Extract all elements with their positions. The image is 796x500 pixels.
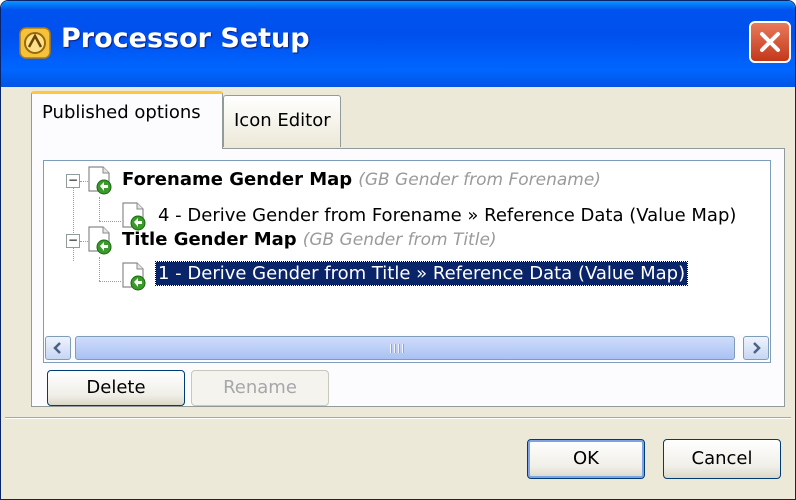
node-subtitle: (GB Gender from Title) bbox=[302, 230, 497, 250]
scroll-left-button[interactable] bbox=[45, 336, 71, 360]
close-icon bbox=[760, 32, 780, 52]
scroll-right-button[interactable] bbox=[743, 336, 769, 360]
tree-node-title-gender-map[interactable]: Title Gender Map (GB Gender from Title) bbox=[122, 229, 497, 250]
ok-button[interactable]: OK bbox=[527, 439, 645, 479]
scrollbar-grip-icon bbox=[390, 344, 404, 353]
tree-connector bbox=[99, 221, 121, 222]
window-title: Processor Setup bbox=[61, 23, 310, 54]
processor-node-icon bbox=[88, 226, 112, 255]
tab-icon-editor[interactable]: Icon Editor bbox=[223, 95, 341, 147]
node-subtitle: (GB Gender from Forename) bbox=[358, 170, 601, 190]
tree-connector bbox=[99, 281, 121, 282]
dialog-body: Published options Icon Editor − Forename… bbox=[5, 87, 791, 497]
published-options-panel: − Forename Gender Map (GB Gender from For… bbox=[31, 148, 785, 407]
chevron-left-icon bbox=[53, 342, 61, 354]
tab-published-options[interactable]: Published options bbox=[31, 91, 223, 149]
tab-label: Icon Editor bbox=[234, 110, 331, 131]
tree-content: − Forename Gender Map (GB Gender from For… bbox=[44, 161, 770, 334]
tree-child-title-map[interactable]: 1 - Derive Gender from Title » Reference… bbox=[154, 261, 689, 286]
processor-app-icon bbox=[19, 27, 51, 59]
node-title: Forename Gender Map bbox=[122, 169, 353, 190]
tree-connector bbox=[99, 197, 100, 221]
tree-connector bbox=[99, 257, 100, 281]
tree-connector bbox=[73, 181, 74, 261]
cancel-button[interactable]: Cancel bbox=[663, 439, 781, 479]
delete-button[interactable]: Delete bbox=[47, 370, 185, 406]
processor-node-icon bbox=[88, 166, 112, 195]
button-bar-separator bbox=[5, 417, 791, 419]
tree-node-forename-gender-map[interactable]: Forename Gender Map (GB Gender from Foren… bbox=[122, 169, 601, 190]
collapse-toggle[interactable]: − bbox=[66, 234, 80, 248]
published-options-tree[interactable]: − Forename Gender Map (GB Gender from For… bbox=[43, 160, 771, 363]
processor-node-icon bbox=[122, 262, 146, 291]
child-label-selected: 1 - Derive Gender from Title » Reference… bbox=[154, 261, 689, 286]
processor-node-icon bbox=[122, 202, 146, 231]
collapse-toggle[interactable]: − bbox=[66, 174, 80, 188]
scrollbar-thumb[interactable] bbox=[75, 336, 735, 360]
tab-label: Published options bbox=[42, 102, 201, 123]
chevron-right-icon bbox=[753, 342, 761, 354]
tree-child-forename-map[interactable]: 4 - Derive Gender from Forename » Refere… bbox=[158, 205, 736, 226]
processor-setup-dialog: Processor Setup Published options Icon E… bbox=[0, 0, 796, 500]
horizontal-scrollbar[interactable] bbox=[44, 334, 770, 362]
rename-button[interactable]: Rename bbox=[191, 370, 329, 406]
title-bar[interactable]: Processor Setup bbox=[1, 1, 795, 87]
node-title: Title Gender Map bbox=[122, 229, 297, 250]
close-button[interactable] bbox=[749, 21, 791, 63]
child-label: 4 - Derive Gender from Forename » Refere… bbox=[158, 205, 737, 226]
